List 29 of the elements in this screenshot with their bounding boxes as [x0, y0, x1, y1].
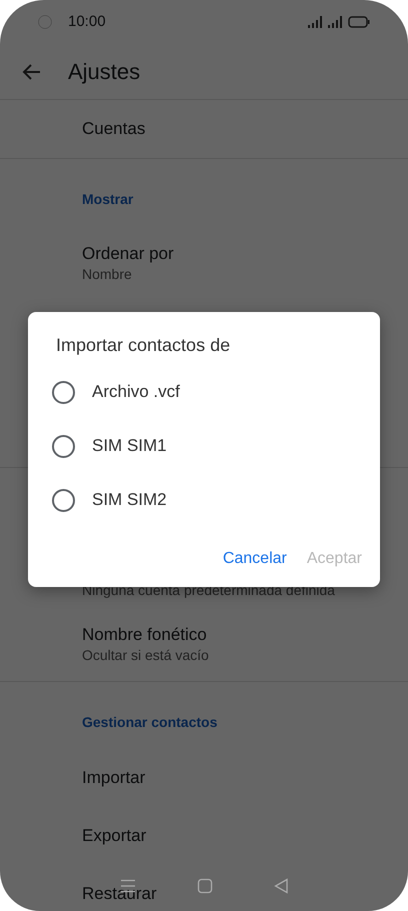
setting-title[interactable]: Cuentas [82, 118, 388, 140]
radio-option[interactable]: Archivo .vcf [28, 365, 380, 419]
option-label: SIM SIM2 [92, 489, 167, 512]
setting-title[interactable]: Ordenar por [82, 243, 388, 265]
signal-icon [328, 16, 344, 28]
back-triangle-icon[interactable] [274, 878, 288, 894]
status-time: 10:00 [68, 12, 106, 32]
setting-title[interactable]: Exportar [82, 825, 388, 847]
dialog-button[interactable]: Cancelar [214, 541, 295, 577]
battery-icon [348, 16, 370, 28]
setting-title[interactable]: Importar [82, 767, 388, 789]
home-square-icon[interactable] [196, 878, 213, 894]
radio-option[interactable]: SIM SIM2 [28, 473, 380, 527]
radio-button[interactable] [52, 380, 75, 404]
setting-title[interactable]: Restaurar [82, 883, 388, 905]
option-label: Archivo .vcf [92, 381, 180, 404]
signal-icon [308, 16, 324, 28]
radio-button[interactable] [52, 434, 75, 458]
screen-title: Ajustes [68, 58, 140, 86]
section-header: Mostrar [81, 190, 134, 209]
setting-summary: Nombre [82, 265, 133, 283]
setting-summary: Ocultar si está vacío [82, 646, 210, 664]
option-label: SIM SIM1 [92, 435, 167, 458]
camera-dot-icon [38, 15, 52, 29]
radio-button[interactable] [52, 488, 75, 512]
radio-option[interactable]: SIM SIM1 [28, 419, 380, 473]
section-header: Gestionar contactos [81, 713, 218, 732]
dialog-title: Importar contactos de [55, 334, 232, 357]
setting-title[interactable]: Nombre fonético [82, 624, 388, 646]
